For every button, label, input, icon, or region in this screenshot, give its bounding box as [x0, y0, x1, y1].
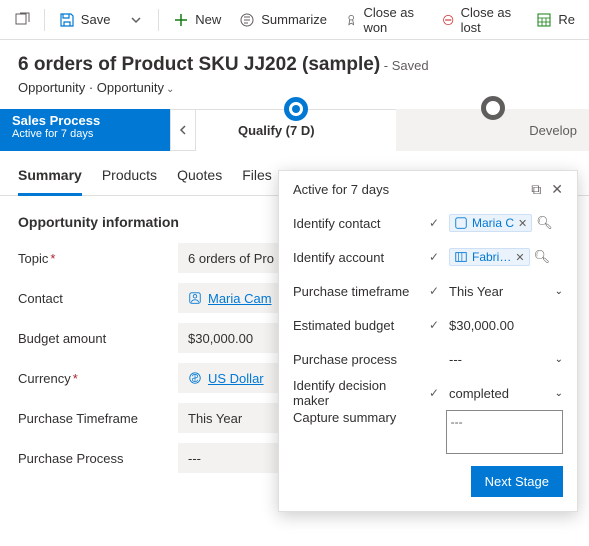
- stage-back-button[interactable]: [170, 109, 196, 151]
- recalculate-button[interactable]: Re: [528, 6, 583, 34]
- new-label: New: [195, 12, 221, 27]
- close-icon[interactable]: ✕: [551, 181, 563, 198]
- chevron-down-icon: ⌄: [555, 388, 563, 399]
- breadcrumb: Opportunity · Opportunity⌄: [18, 80, 571, 95]
- ptf-label: Purchase Timeframe: [18, 411, 178, 426]
- chevron-down-icon[interactable]: ⌄: [166, 84, 174, 95]
- chevron-down-icon: ⌄: [555, 286, 563, 297]
- check-icon: ✓: [429, 250, 443, 264]
- chevron-down-icon: ⌄: [555, 354, 563, 365]
- tab-summary[interactable]: Summary: [18, 161, 82, 196]
- close-won-label: Close as won: [363, 5, 424, 35]
- check-icon: ✓: [429, 284, 443, 298]
- tab-products[interactable]: Products: [102, 161, 157, 195]
- summarize-button[interactable]: Summarize: [231, 6, 335, 34]
- currency-icon: [188, 371, 202, 385]
- check-icon: ✓: [429, 318, 443, 332]
- rec-label: Re: [558, 12, 575, 27]
- capture-summary-label: Capture summary: [293, 410, 420, 425]
- clear-icon[interactable]: ✕: [515, 251, 524, 264]
- stage-indicator-active-icon: [284, 97, 308, 121]
- topic-label: Topic: [18, 251, 48, 266]
- purchase-process-label: Purchase process: [293, 352, 423, 367]
- close-lost-label: Close as lost: [461, 5, 519, 35]
- search-icon[interactable]: 🔍︎: [536, 215, 553, 231]
- currency-label: Currency: [18, 371, 71, 386]
- purchase-timeframe-select[interactable]: This Year⌄: [449, 284, 563, 299]
- estimated-budget-field[interactable]: $30,000.00: [449, 318, 563, 333]
- save-label: Save: [81, 12, 111, 27]
- save-dropdown[interactable]: [120, 6, 152, 34]
- identify-contact-field[interactable]: Maria C✕ 🔍︎: [449, 214, 563, 232]
- purchase-timeframe-label: Purchase timeframe: [293, 284, 423, 299]
- decision-maker-select[interactable]: completed⌄: [449, 386, 563, 401]
- capture-summary-field[interactable]: ---: [446, 410, 563, 454]
- stage-qualify[interactable]: Qualify (7 D): [196, 109, 396, 151]
- identify-account-label: Identify account: [293, 250, 423, 265]
- identify-account-field[interactable]: Fabri…✕ 🔍︎: [449, 248, 563, 266]
- tab-quotes[interactable]: Quotes: [177, 161, 222, 195]
- tab-files[interactable]: Files: [242, 161, 272, 195]
- budget-label: Budget amount: [18, 331, 178, 346]
- saved-indicator: - Saved: [384, 58, 429, 73]
- summarize-label: Summarize: [261, 12, 327, 27]
- estimated-budget-label: Estimated budget: [293, 318, 423, 333]
- close-won-button[interactable]: Close as won: [337, 0, 432, 41]
- search-icon[interactable]: 🔍︎: [534, 249, 551, 265]
- decision-maker-label: Identify decision maker: [293, 378, 423, 408]
- flyout-title: Active for 7 days: [293, 182, 389, 197]
- save-button[interactable]: Save: [51, 6, 119, 34]
- expand-button[interactable]: [6, 6, 38, 34]
- close-lost-button[interactable]: Close as lost: [434, 0, 526, 41]
- contact-icon: [188, 291, 202, 305]
- contact-label: Contact: [18, 291, 178, 306]
- next-stage-button[interactable]: Next Stage: [471, 466, 563, 497]
- check-icon: ✓: [429, 386, 443, 400]
- page-title: 6 orders of Product SKU JJ202 (sample): [18, 54, 380, 75]
- pp-label: Purchase Process: [18, 451, 178, 466]
- new-button[interactable]: New: [165, 6, 229, 34]
- purchase-process-select[interactable]: ---⌄: [449, 352, 563, 367]
- identify-contact-label: Identify contact: [293, 216, 423, 231]
- stage-active[interactable]: Sales Process Active for 7 days: [0, 109, 170, 151]
- check-icon: ✓: [429, 216, 443, 230]
- stage-flyout: Active for 7 days ⧉ ✕ Identify contact ✓…: [278, 170, 578, 512]
- stage-develop[interactable]: Develop: [396, 109, 589, 151]
- clear-icon[interactable]: ✕: [518, 217, 527, 230]
- popout-icon[interactable]: ⧉: [531, 181, 541, 198]
- stage-indicator-icon: [481, 96, 505, 120]
